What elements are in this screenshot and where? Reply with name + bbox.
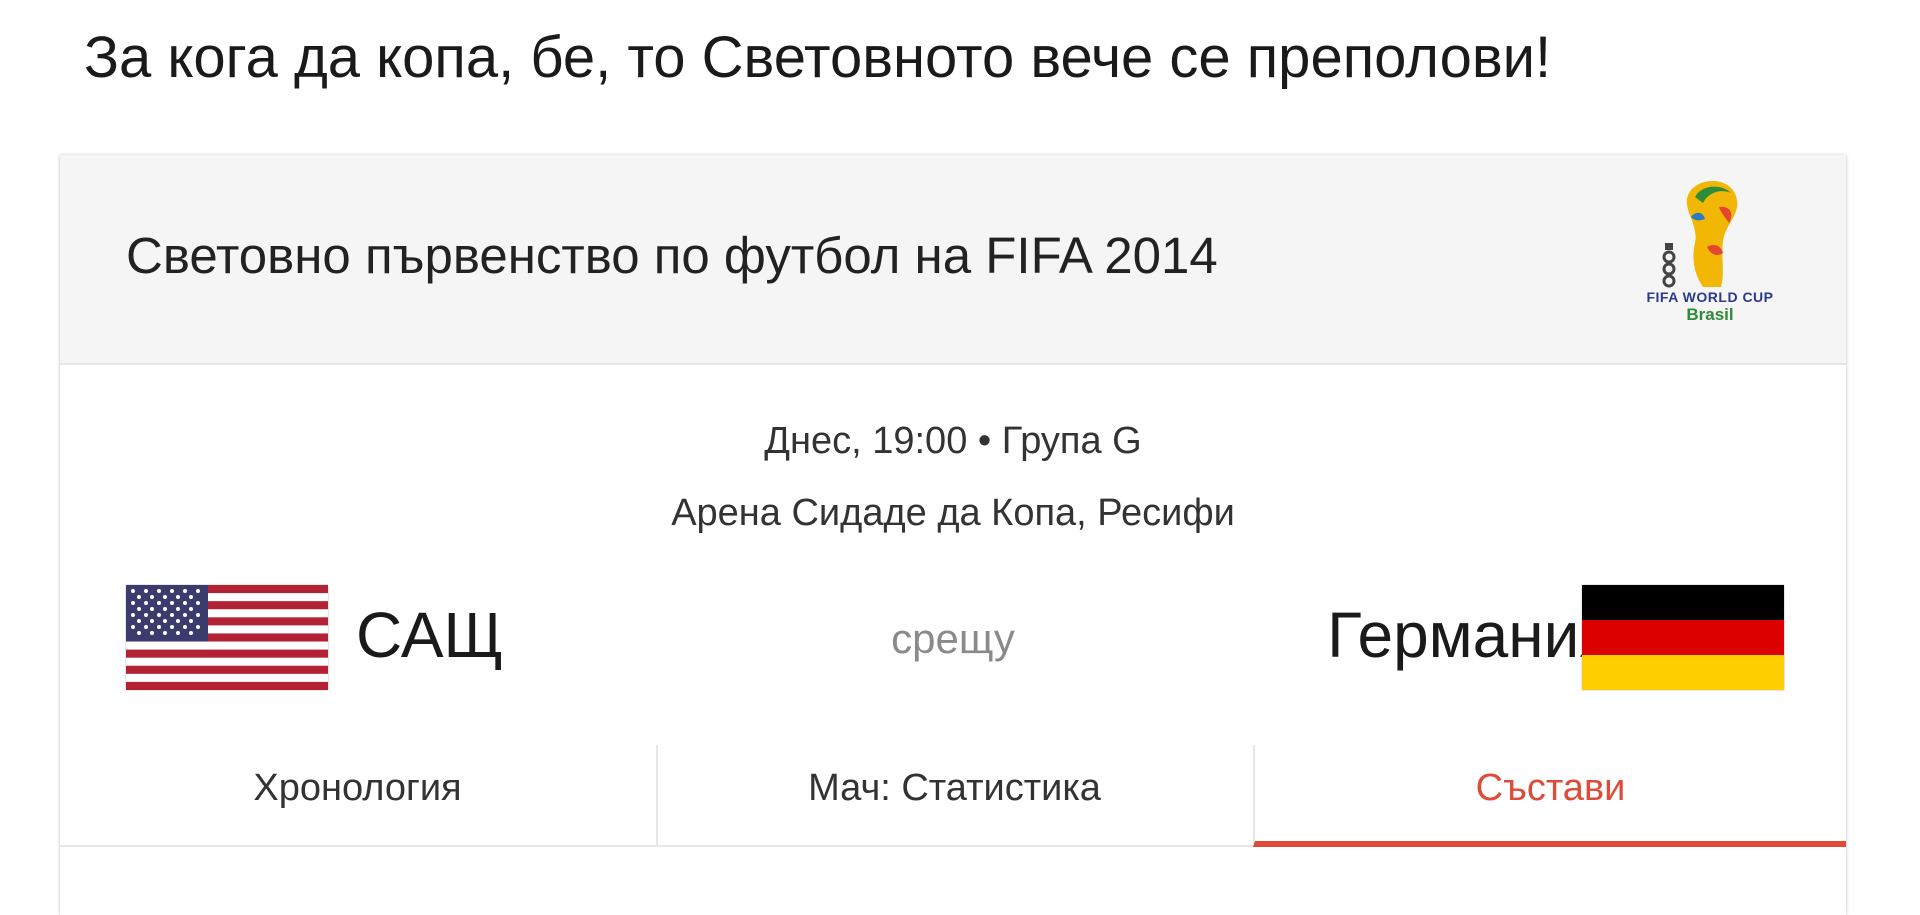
teams-row: САЩ срещу Германия [60,585,1846,695]
match-venue: Арена Сидаде да Копа, Ресифи [671,492,1235,534]
match-tabs: Хронология Мач: Статистика Състави [60,745,1846,847]
match-card: Световно първенство по футбол на FIFA 20… [60,155,1846,915]
match-datetime-group: Днес, 19:00 • Група G [764,420,1142,462]
tab-timeline[interactable]: Хронология [60,745,655,845]
germany-flag-icon[interactable] [1582,585,1784,690]
match-info: Днес, 19:00 • Група G Арена Сидаде да Ко… [60,413,1846,541]
logo-line2: Brasil [1686,305,1734,324]
away-team-name[interactable]: Германия [1327,595,1614,675]
logo-line1: FIFA WORLD CUP [1646,289,1774,305]
fifa-world-cup-logo-icon: FIFA WORLD CUP Brasil [1625,177,1795,342]
card-header: Световно първенство по футбол на FIFA 20… [60,155,1846,365]
tournament-title[interactable]: Световно първенство по футбол на FIFA 20… [126,223,1218,289]
tab-match-stats[interactable]: Мач: Статистика [656,745,1251,845]
caption-text: За кога да копа, бе, то Световното вече … [84,25,1552,90]
tab-lineups[interactable]: Състави [1253,745,1846,847]
